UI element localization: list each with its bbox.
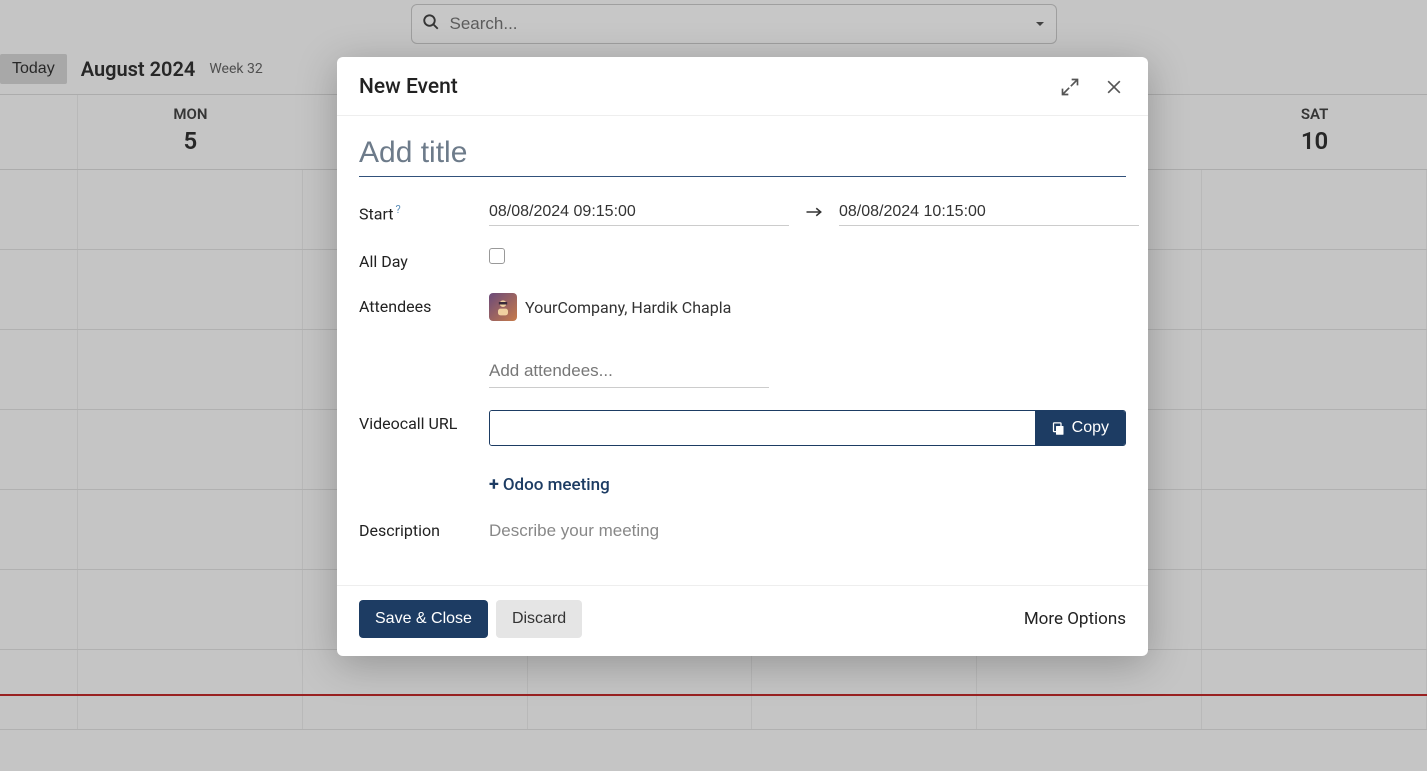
start-datetime-input[interactable] (489, 199, 789, 226)
copy-icon (1051, 421, 1066, 436)
start-label: Start? (359, 199, 489, 223)
dialog-title: New Event (359, 75, 458, 99)
close-button[interactable] (1102, 75, 1126, 99)
videocall-url-input[interactable] (490, 411, 1035, 445)
event-title-input[interactable] (359, 130, 1126, 177)
attendee-chip[interactable]: YourCompany, Hardik Chapla (489, 293, 731, 321)
expand-icon (1060, 77, 1080, 97)
expand-button[interactable] (1058, 75, 1082, 99)
more-options-link[interactable]: More Options (1024, 609, 1126, 629)
arrow-right-icon (805, 203, 823, 222)
all-day-label: All Day (359, 248, 489, 271)
attendees-label: Attendees (359, 293, 489, 316)
save-close-button[interactable]: Save & Close (359, 600, 488, 638)
help-icon[interactable]: ? (395, 203, 400, 216)
videocall-label: Videocall URL (359, 410, 489, 433)
all-day-checkbox[interactable] (489, 248, 505, 264)
description-label: Description (359, 517, 489, 540)
add-attendees-input[interactable] (489, 355, 769, 388)
avatar (489, 293, 517, 321)
plus-icon: + (489, 474, 499, 495)
close-icon (1104, 77, 1124, 97)
odoo-meeting-link[interactable]: + Odoo meeting (489, 474, 610, 495)
description-input[interactable] (489, 517, 1126, 545)
attendee-name: YourCompany, Hardik Chapla (525, 298, 731, 317)
new-event-dialog: New Event Start? (337, 57, 1148, 656)
copy-button[interactable]: Copy (1035, 411, 1125, 445)
end-datetime-input[interactable] (839, 199, 1139, 226)
discard-button[interactable]: Discard (496, 600, 582, 638)
